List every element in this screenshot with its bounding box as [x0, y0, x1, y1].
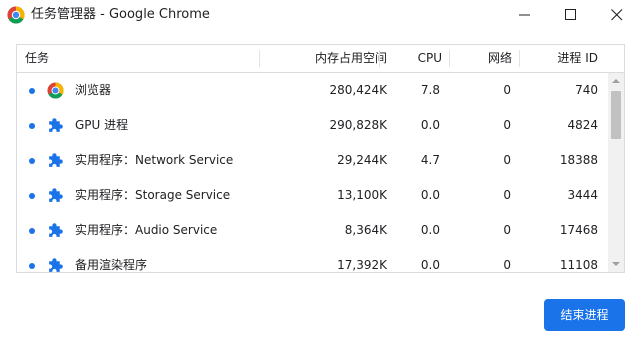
- chrome-icon: [47, 82, 64, 99]
- cpu-value: 0.0: [420, 188, 440, 202]
- process-name: 备用渲染程序: [75, 258, 148, 272]
- column-header-memory[interactable]: 内存占用空间: [315, 45, 387, 72]
- process-name: 实用程序：Audio Service: [75, 223, 218, 237]
- process-name: 浏览器: [75, 83, 112, 97]
- pid-value: 740: [575, 83, 598, 97]
- scroll-thumb[interactable]: [611, 91, 621, 139]
- status-dot: [29, 88, 35, 94]
- column-divider[interactable]: [259, 50, 260, 67]
- puzzle-piece-icon: [47, 117, 64, 134]
- table-row[interactable]: 实用程序：Audio Service 8,364K 0.0 0 17468: [17, 213, 608, 248]
- process-name: 实用程序：Storage Service: [75, 188, 231, 202]
- scroll-up-button[interactable]: [608, 73, 624, 89]
- process-list: 浏览器 280,424K 7.8 0 740 GPU 进程 290,828K 0…: [17, 73, 608, 272]
- minimize-button[interactable]: [502, 0, 548, 30]
- chrome-icon: [7, 6, 25, 24]
- cpu-value: 4.7: [420, 153, 440, 167]
- cpu-value: 7.8: [420, 83, 440, 97]
- memory-value: 13,100K: [337, 188, 387, 202]
- table-row[interactable]: 实用程序：Network Service 29,244K 4.7 0 18388: [17, 143, 608, 178]
- puzzle-piece-icon: [47, 222, 64, 239]
- network-value: 0: [503, 118, 511, 132]
- table-row[interactable]: GPU 进程 290,828K 0.0 0 4824: [17, 108, 608, 143]
- network-value: 0: [503, 188, 511, 202]
- pid-value: 3444: [567, 188, 598, 202]
- status-dot: [29, 123, 35, 129]
- column-header-cpu[interactable]: CPU: [418, 45, 442, 72]
- maximize-button[interactable]: [548, 0, 594, 30]
- status-dot: [29, 263, 35, 269]
- status-dot: [29, 228, 35, 234]
- end-process-button[interactable]: 结束进程: [544, 299, 625, 331]
- column-divider[interactable]: [519, 50, 520, 67]
- close-icon: [611, 9, 623, 21]
- puzzle-piece-icon: [47, 257, 64, 272]
- network-value: 0: [503, 83, 511, 97]
- scroll-down-button[interactable]: [608, 256, 624, 272]
- network-value: 0: [503, 258, 511, 272]
- table-header: 任务 内存占用空间 CPU 网络 进程 ID: [17, 45, 624, 73]
- network-value: 0: [503, 153, 511, 167]
- column-divider[interactable]: [449, 50, 450, 67]
- column-divider[interactable]: [379, 50, 380, 67]
- status-dot: [29, 158, 35, 164]
- memory-value: 8,364K: [344, 223, 387, 237]
- memory-value: 29,244K: [337, 153, 387, 167]
- memory-value: 290,828K: [329, 118, 388, 132]
- memory-value: 280,424K: [329, 83, 388, 97]
- network-value: 0: [503, 223, 511, 237]
- process-table: 任务 内存占用空间 CPU 网络 进程 ID 浏览器 280,424K 7.8: [16, 44, 625, 273]
- vertical-scrollbar[interactable]: [608, 73, 624, 272]
- maximize-icon: [565, 9, 576, 20]
- cpu-value: 0.0: [420, 118, 440, 132]
- pid-value: 17468: [559, 223, 598, 237]
- cpu-value: 0.0: [420, 258, 440, 272]
- window-title: 任务管理器 - Google Chrome: [31, 7, 210, 22]
- chevron-down-icon: [612, 262, 620, 266]
- puzzle-piece-icon: [47, 187, 64, 204]
- pid-value: 4824: [567, 118, 598, 132]
- process-name: GPU 进程: [75, 118, 129, 132]
- puzzle-piece-icon: [47, 152, 64, 169]
- minimize-icon: [519, 14, 530, 16]
- memory-value: 17,392K: [337, 258, 387, 272]
- table-row[interactable]: 实用程序：Storage Service 13,100K 0.0 0 3444: [17, 178, 608, 213]
- column-header-pid[interactable]: 进程 ID: [557, 45, 598, 72]
- column-header-network[interactable]: 网络: [488, 45, 512, 72]
- column-header-task[interactable]: 任务: [25, 45, 49, 72]
- pid-value: 18388: [559, 153, 598, 167]
- status-dot: [29, 193, 35, 199]
- process-name: 实用程序：Network Service: [75, 153, 234, 167]
- chevron-up-icon: [612, 79, 620, 83]
- pid-value: 11108: [559, 258, 598, 272]
- close-button[interactable]: [594, 0, 640, 30]
- table-row[interactable]: 浏览器 280,424K 7.8 0 740: [17, 73, 608, 108]
- table-row[interactable]: 备用渲染程序 17,392K 0.0 0 11108: [17, 248, 608, 272]
- title-bar: 任务管理器 - Google Chrome: [0, 0, 641, 30]
- cpu-value: 0.0: [420, 223, 440, 237]
